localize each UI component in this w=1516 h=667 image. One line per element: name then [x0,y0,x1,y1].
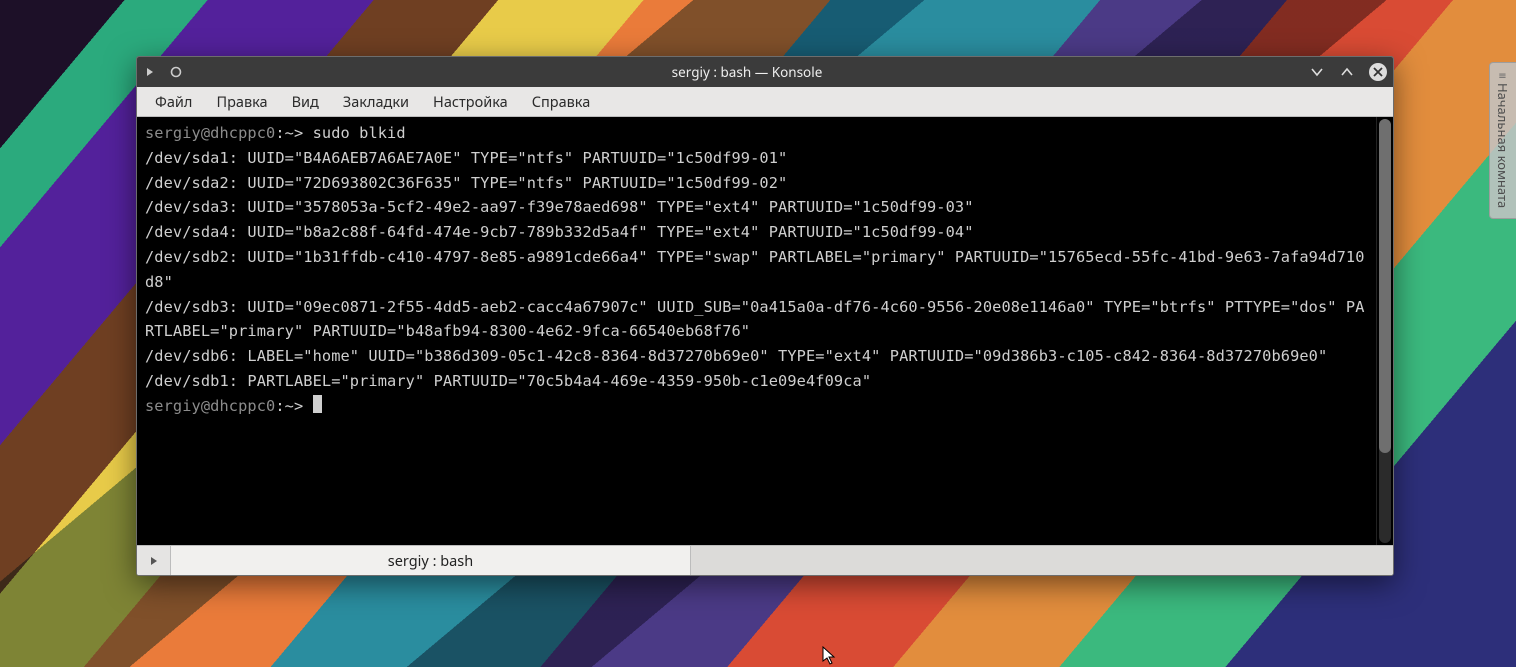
menu-bookmarks[interactable]: Закладки [333,88,419,116]
terminal[interactable]: sergiy@dhcppc0:~> sudo blkid /dev/sda1: … [137,117,1376,545]
menu-file[interactable]: Файл [145,88,202,116]
pin-icon[interactable] [167,63,185,81]
titlebar[interactable]: sergiy : bash — Konsole [137,57,1393,87]
minimize-button[interactable] [1309,64,1325,80]
tab-label: sergiy : bash [388,551,473,571]
terminal-area: sergiy@dhcppc0:~> sudo blkid /dev/sda1: … [137,117,1393,545]
menu-edit[interactable]: Правка [206,88,277,116]
terminal-scrollbar[interactable] [1376,117,1393,545]
menu-view[interactable]: Вид [282,88,329,116]
new-tab-button[interactable] [137,546,171,575]
window-title: sergiy : bash — Konsole [185,63,1309,81]
scrollbar-thumb[interactable] [1379,119,1391,453]
tab-active[interactable]: sergiy : bash [171,546,691,575]
menu-help[interactable]: Справка [522,88,601,116]
grip-icon: ≡ [1498,73,1507,77]
close-button[interactable] [1369,63,1387,81]
tab-bar: sergiy : bash [137,545,1393,575]
konsole-window: sergiy : bash — Konsole Файл Правка Вид … [136,56,1394,576]
activity-tab-label: Начальная комната [1494,83,1512,208]
menubar: Файл Правка Вид Закладки Настройка Справ… [137,87,1393,117]
maximize-button[interactable] [1339,64,1355,80]
app-menu-icon[interactable] [141,63,159,81]
menu-settings[interactable]: Настройка [423,88,518,116]
activity-tab[interactable]: ≡ Начальная комната [1489,62,1516,219]
